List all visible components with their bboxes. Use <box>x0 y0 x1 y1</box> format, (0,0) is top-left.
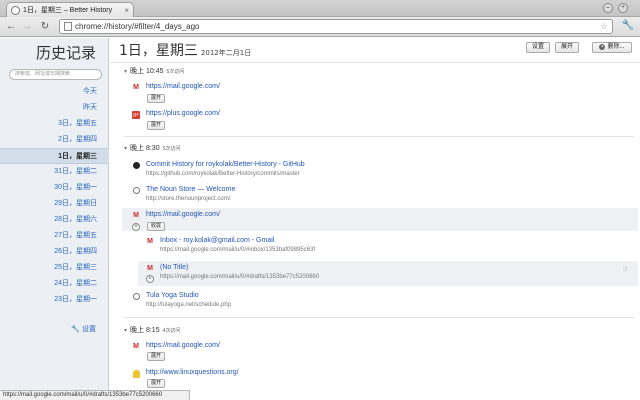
sidebar-title: 历史记录 <box>35 44 96 62</box>
remove-icon[interactable]: × <box>146 275 154 283</box>
expand-all-button[interactable]: 展开 <box>555 42 579 53</box>
close-icon[interactable]: × <box>124 6 129 15</box>
github-icon <box>132 162 140 170</box>
globe-icon <box>132 293 140 301</box>
tab-strip: 1日，星期三 – Better History × – + <box>0 0 640 17</box>
group-divider <box>124 317 634 318</box>
sidebar-item-day[interactable]: 31日，星期二 <box>0 164 109 180</box>
browser-toolbar: ← → ↻ chrome://history/#filter/4_days_ag… <box>0 17 640 37</box>
gmail-icon: M <box>147 265 153 272</box>
main-content: 1日，星期三 2012年二月1日 设置 展开 × 删除... ▾ 晚上 10:45 5次… <box>110 38 640 390</box>
sidebar-item-day[interactable]: 23日，星期一 <box>0 292 109 308</box>
entry-link[interactable]: The Noun Store — Welcome <box>146 186 235 193</box>
minimize-icon[interactable]: – <box>603 3 613 13</box>
entry-link[interactable]: https://mail.google.com/ <box>146 342 220 349</box>
entry-url: https://mail.google.com/mail/u/0/#drafts… <box>160 274 320 280</box>
sidebar-item-day[interactable]: 3日，星期五 <box>0 116 109 132</box>
entry-url: https://mail.google.com/mail/u/0/#inbox/… <box>160 247 316 253</box>
expand-button[interactable]: 展开 <box>147 352 166 361</box>
entry-url: https://github.com/roykolak/Better-Histo… <box>146 171 300 177</box>
group-time: 晚上 8:30 <box>130 145 160 152</box>
sidebar-item-day[interactable]: 29日，星期日 <box>0 196 109 212</box>
sidebar-item-day[interactable]: 25日，星期三 <box>0 260 109 276</box>
sidebar-item-day[interactable]: 27日，星期五 <box>0 228 109 244</box>
page-subtitle: 2012年二月1日 <box>200 49 252 57</box>
day-nav: 今天 昨天 3日，星期五 2日，星期四 1日，星期三 31日，星期二 30日，星… <box>0 84 109 308</box>
expand-button[interactable]: 展开 <box>147 94 166 103</box>
tab-title: 1日，星期三 – Better History <box>23 7 113 14</box>
entry-link[interactable]: Inbox - roy.kolak@gmail.com - Gmail <box>160 237 274 244</box>
search-input[interactable]: 搜索窗、网址或日期搜索 <box>9 69 102 80</box>
group-count: 4次访问 <box>162 328 181 334</box>
google-plus-icon: g+ <box>132 111 140 119</box>
sidebar-item-day[interactable]: 26日，星期四 <box>0 244 109 260</box>
entry-link[interactable]: https://mail.google.com/ <box>146 211 220 218</box>
reload-icon[interactable]: ↻ <box>38 20 52 34</box>
settings-label: 设置 <box>82 326 96 333</box>
sidebar-item-today[interactable]: 今天 <box>0 84 109 100</box>
collapse-triangle-icon: ▾ <box>124 146 128 152</box>
entry-link[interactable]: Commit History for roykolak/Better-Histo… <box>146 161 305 168</box>
gmail-icon: M <box>133 343 139 350</box>
group-time: 晚上 10:45 <box>130 68 164 75</box>
forward-icon[interactable]: → <box>20 20 34 34</box>
entry-link[interactable]: https://mail.google.com/ <box>146 83 220 90</box>
delete-button-label: 删除... <box>607 44 625 50</box>
entry-link[interactable]: http://www.linuxquestions.org/ <box>146 369 239 376</box>
linuxquestions-icon <box>132 370 140 378</box>
group-count: 5次访问 <box>166 69 185 75</box>
collapse-triangle-icon: ▾ <box>124 328 128 334</box>
star-icon[interactable]: ☆ <box>622 265 628 273</box>
gmail-icon: M <box>147 238 153 245</box>
maximize-icon[interactable]: + <box>618 3 628 13</box>
gmail-icon: M <box>133 212 139 219</box>
settings-link[interactable]: 🔧 设置 <box>71 324 96 334</box>
globe-icon <box>132 187 140 195</box>
page-header: 1日，星期三 2012年二月1日 设置 展开 × 删除... <box>110 38 640 63</box>
back-icon[interactable]: ← <box>4 20 18 34</box>
time-group-header[interactable]: ▾ 晚上 10:45 5次访问 <box>124 66 184 76</box>
time-group-header[interactable]: ▾ 晚上 8:30 5次访问 <box>124 143 180 153</box>
entry-url: http://store.thenounproject.com/ <box>146 196 231 202</box>
entry-link[interactable]: Tula Yoga Studio <box>146 292 199 299</box>
sidebar: 历史记录 搜索窗、网址或日期搜索 今天 昨天 3日，星期五 2日，星期四 1日，… <box>0 38 109 390</box>
tab-better-history[interactable]: 1日，星期三 – Better History × <box>6 2 134 17</box>
sidebar-item-day[interactable]: 30日，星期一 <box>0 180 109 196</box>
sidebar-item-day[interactable]: 28日，星期六 <box>0 212 109 228</box>
gmail-icon: M <box>133 84 139 91</box>
collapse-button[interactable]: 收拢 <box>147 222 166 231</box>
page-icon <box>64 22 72 31</box>
time-group-header[interactable]: ▾ 晚上 8:15 4次访问 <box>124 325 180 335</box>
sidebar-item-day[interactable]: 2日，星期四 <box>0 132 109 148</box>
delete-icon: × <box>599 44 606 50</box>
edit-button[interactable]: 设置 <box>526 42 550 53</box>
entry-link[interactable]: (No Title) <box>160 264 188 271</box>
sidebar-item-day[interactable]: 24日，星期二 <box>0 276 109 292</box>
clock-icon <box>11 5 20 15</box>
wrench-icon: 🔧 <box>71 326 80 333</box>
page-title-text: 1日，星期三 <box>119 43 198 59</box>
expand-button[interactable]: 展开 <box>147 121 166 130</box>
delete-button[interactable]: × 删除... <box>592 42 632 53</box>
page-title: 1日，星期三 2012年二月1日 <box>119 40 251 60</box>
status-bar: https://mail.google.com/mail/u/0/#drafts… <box>0 390 190 400</box>
entry-link[interactable]: https://plus.google.com/ <box>146 110 220 117</box>
sidebar-item-selected-day[interactable]: 1日，星期三 <box>0 148 109 164</box>
group-count: 5次访问 <box>162 146 181 152</box>
remove-icon[interactable]: × <box>132 223 140 231</box>
bottom-strip <box>190 390 640 400</box>
address-text: chrome://history/#filter/4_days_ago <box>75 22 200 31</box>
entry-url: http://tulayoga.net/schedule.php <box>146 302 232 308</box>
bookmark-star-icon[interactable]: ☆ <box>600 21 608 32</box>
collapse-triangle-icon: ▾ <box>124 69 128 75</box>
address-bar[interactable]: chrome://history/#filter/4_days_ago ☆ <box>59 19 613 34</box>
sidebar-item-yesterday[interactable]: 昨天 <box>0 100 109 116</box>
group-divider <box>124 136 634 137</box>
expand-button[interactable]: 展开 <box>147 379 166 388</box>
group-time: 晚上 8:15 <box>130 327 160 334</box>
wrench-icon[interactable]: 🔧 <box>622 20 634 31</box>
